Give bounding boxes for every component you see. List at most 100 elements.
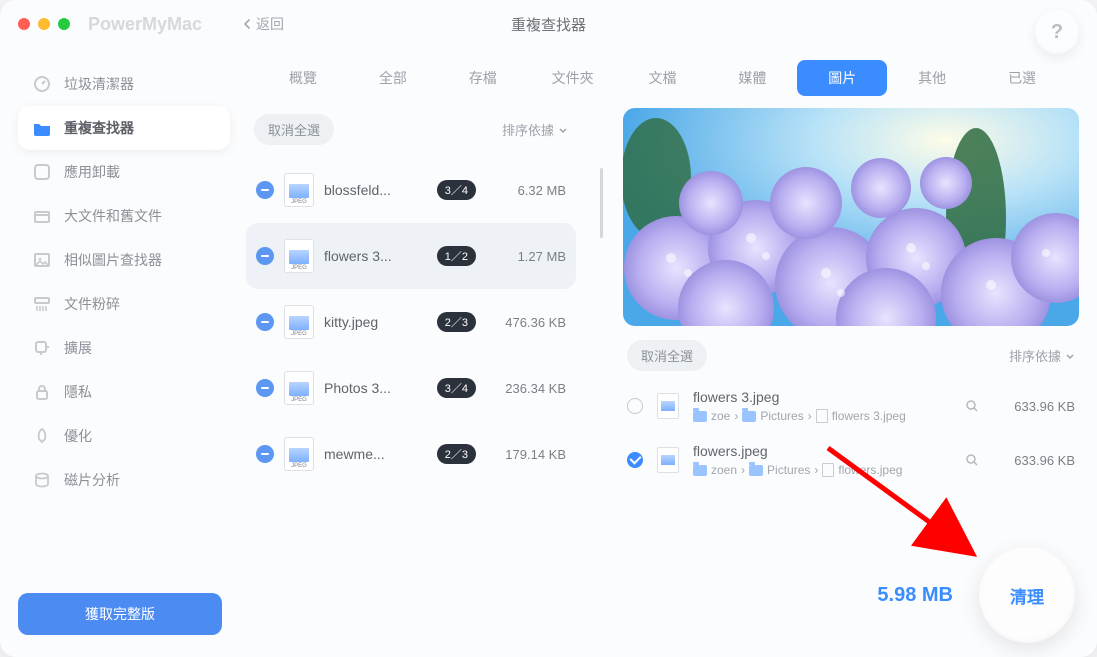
checkbox[interactable] (627, 398, 643, 414)
tab-folders[interactable]: 文件夾 (528, 60, 618, 96)
deselect-icon[interactable] (256, 445, 274, 463)
reveal-icon[interactable] (965, 453, 979, 467)
file-size: 476.36 KB (486, 315, 566, 330)
sidebar-item-label: 重複查找器 (64, 118, 134, 138)
dup-sort-button[interactable]: 排序依據 (1009, 346, 1075, 365)
sidebar-item-privacy[interactable]: 隱私 (18, 370, 230, 414)
deselect-icon[interactable] (256, 379, 274, 397)
disk-icon (32, 470, 52, 490)
jpeg-thumb-icon (657, 393, 679, 419)
file-size: 6.32 MB (486, 183, 566, 198)
sidebar-item-label: 擴展 (64, 338, 92, 358)
sidebar-item-large-old-files[interactable]: 大文件和舊文件 (18, 194, 230, 238)
jpeg-thumb-icon (657, 447, 679, 473)
clean-button[interactable]: 清理 (979, 547, 1075, 643)
deselect-icon[interactable] (256, 313, 274, 331)
sidebar-item-label: 應用卸載 (64, 162, 120, 182)
dup-deselect-all-button[interactable]: 取消全選 (627, 340, 707, 371)
page-title: 重複查找器 (511, 14, 586, 35)
file-name: flowers 3... (324, 248, 427, 264)
total-size: 5.98 MB (877, 584, 953, 607)
chevron-down-icon (558, 125, 568, 135)
file-icon (816, 409, 828, 423)
window-controls[interactable] (18, 18, 70, 30)
tab-images[interactable]: 圖片 (797, 60, 887, 96)
folder-icon (693, 411, 707, 422)
dup-count-badge: 2／3 (437, 444, 476, 464)
tab-overview[interactable]: 概覽 (258, 60, 348, 96)
dup-count-badge: 3／4 (437, 378, 476, 398)
folder-icon (749, 465, 763, 476)
deselect-all-button[interactable]: 取消全選 (254, 114, 334, 145)
dup-count-badge: 2／3 (437, 312, 476, 332)
image-preview (623, 108, 1079, 326)
dup-file-size: 633.96 KB (993, 399, 1075, 414)
jpeg-thumb-icon: JPEG (284, 173, 314, 207)
sidebar-item-extensions[interactable]: 擴展 (18, 326, 230, 370)
sidebar-item-similar-images[interactable]: 相似圖片查找器 (18, 238, 230, 282)
jpeg-thumb-icon: JPEG (284, 371, 314, 405)
dup-count-badge: 1／2 (437, 246, 476, 266)
app-title: PowerMyMac (88, 14, 202, 35)
file-row[interactable]: JPEG blossfeld... 3／4 6.32 MB (246, 157, 576, 223)
back-label: 返回 (256, 14, 284, 34)
sort-label: 排序依據 (502, 120, 554, 139)
sidebar-item-label: 隱私 (64, 382, 92, 402)
scrollbar[interactable] (600, 108, 603, 639)
file-size: 1.27 MB (486, 249, 566, 264)
get-full-version-button[interactable]: 獲取完整版 (18, 593, 222, 635)
sidebar-item-label: 大文件和舊文件 (64, 206, 162, 226)
back-button[interactable]: 返回 (242, 14, 284, 34)
jpeg-thumb-icon: JPEG (284, 239, 314, 273)
file-row[interactable]: JPEG flowers 3... 1／2 1.27 MB (246, 223, 576, 289)
file-name: mewme... (324, 446, 427, 462)
file-row[interactable]: JPEG kitty.jpeg 2／3 476.36 KB (246, 289, 576, 355)
dup-file-name: flowers.jpeg (693, 443, 951, 459)
sidebar-item-shredder[interactable]: 文件粉碎 (18, 282, 230, 326)
sort-button[interactable]: 排序依據 (502, 120, 568, 139)
folder-icon (742, 411, 756, 422)
shredder-icon (32, 294, 52, 314)
sidebar-item-label: 優化 (64, 426, 92, 446)
file-size: 179.14 KB (486, 447, 566, 462)
file-row[interactable]: JPEG Photos 3... 3／4 236.34 KB (246, 355, 576, 421)
sidebar-item-junk-cleaner[interactable]: 垃圾清潔器 (18, 62, 230, 106)
app-icon (32, 162, 52, 182)
box-icon (32, 206, 52, 226)
jpeg-thumb-icon: JPEG (284, 305, 314, 339)
sidebar-item-label: 垃圾清潔器 (64, 74, 134, 94)
dup-file-path: zoen › Pictures › flowers.jpeg (693, 463, 951, 477)
dup-count-badge: 3／4 (437, 180, 476, 200)
max-dot[interactable] (58, 18, 70, 30)
deselect-icon[interactable] (256, 181, 274, 199)
tab-documents[interactable]: 文檔 (618, 60, 708, 96)
reveal-icon[interactable] (965, 399, 979, 413)
sort-label: 排序依據 (1009, 346, 1061, 365)
checkbox[interactable] (627, 452, 643, 468)
sidebar-item-disk-analysis[interactable]: 磁片分析 (18, 458, 230, 502)
dup-file-path: zoe › Pictures › flowers 3.jpeg (693, 409, 951, 423)
tab-other[interactable]: 其他 (887, 60, 977, 96)
sidebar-item-duplicate-finder[interactable]: 重複查找器 (18, 106, 230, 150)
file-size: 236.34 KB (486, 381, 566, 396)
category-tabs: 概覽 全部 存檔 文件夾 文檔 媒體 圖片 其他 已選 (240, 48, 1097, 108)
tab-selected[interactable]: 已選 (977, 60, 1067, 96)
close-dot[interactable] (18, 18, 30, 30)
help-button[interactable]: ? (1035, 10, 1079, 54)
duplicate-row[interactable]: flowers.jpeg zoen › Pictures › flowers.j… (623, 433, 1079, 487)
min-dot[interactable] (38, 18, 50, 30)
image-icon (32, 250, 52, 270)
sidebar-item-app-uninstall[interactable]: 應用卸載 (18, 150, 230, 194)
deselect-icon[interactable] (256, 247, 274, 265)
tab-all[interactable]: 全部 (348, 60, 438, 96)
tab-archives[interactable]: 存檔 (438, 60, 528, 96)
lock-icon (32, 382, 52, 402)
gauge-icon (32, 74, 52, 94)
sidebar: 垃圾清潔器 重複查找器 應用卸載 大文件和舊文件 相似圖片查找器 文件粉碎 擴展… (0, 48, 240, 657)
tab-media[interactable]: 媒體 (707, 60, 797, 96)
sidebar-item-optimize[interactable]: 優化 (18, 414, 230, 458)
sidebar-item-label: 文件粉碎 (64, 294, 120, 314)
dup-file-name: flowers 3.jpeg (693, 389, 951, 405)
duplicate-row[interactable]: flowers 3.jpeg zoe › Pictures › flowers … (623, 379, 1079, 433)
file-row[interactable]: JPEG mewme... 2／3 179.14 KB (246, 421, 576, 487)
